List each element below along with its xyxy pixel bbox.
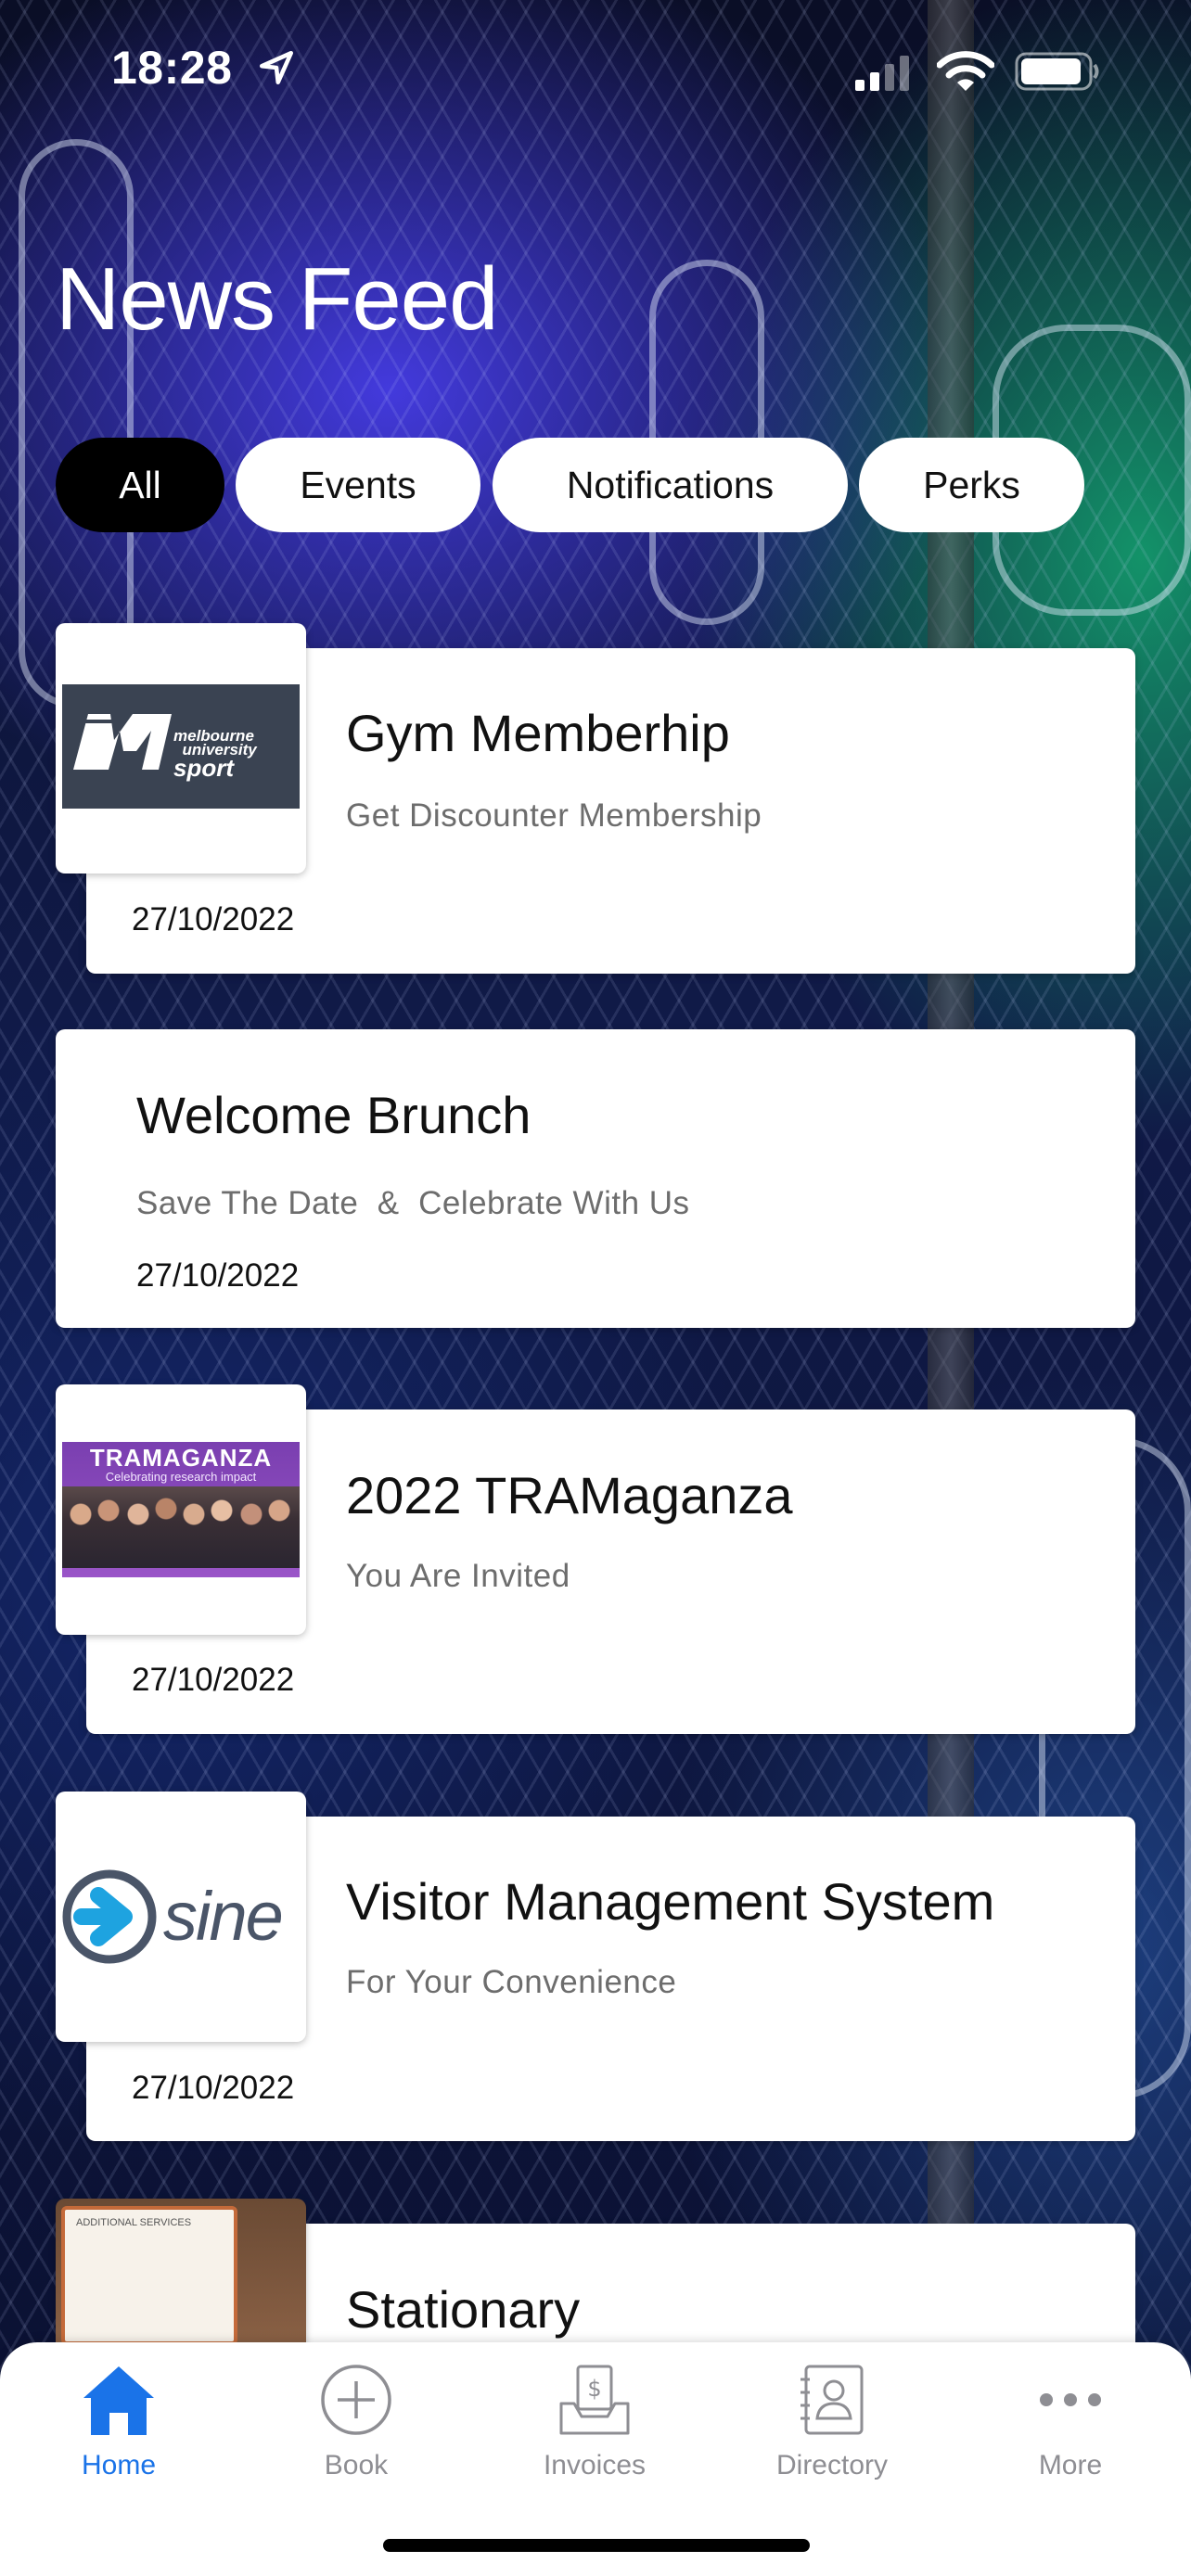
feed-card-title: Stationary: [346, 2280, 581, 2339]
filter-chip-perks[interactable]: Perks: [859, 438, 1084, 532]
more-dots-icon: [1040, 2393, 1101, 2406]
feed-card-date: 27/10/2022: [132, 2070, 295, 2106]
services-sign: ADDITIONAL SERVICES: [61, 2206, 237, 2345]
mu-sport-logo-text: melbourne university sport: [173, 727, 257, 782]
feed-card-title: Gym Memberhip: [346, 704, 730, 762]
cellular-signal-icon: [855, 56, 909, 91]
home-icon: [83, 2366, 154, 2435]
feed-card-subtitle: For Your Convenience: [346, 1964, 677, 2000]
feed-card-title: Visitor Management System: [346, 1872, 995, 1931]
feed-card-date: 27/10/2022: [132, 901, 295, 937]
tab-label: More: [1038, 2450, 1103, 2480]
group-photo: [62, 1486, 300, 1568]
tab-directory[interactable]: Directory: [739, 2361, 925, 2491]
svg-text:$: $: [587, 2376, 601, 2402]
feed-card-thumbnail: sine: [56, 1792, 306, 2042]
status-time: 18:28: [111, 42, 233, 94]
feed-card-subtitle: Get Discounter Membership: [346, 797, 762, 834]
contact-book-icon: [800, 2365, 864, 2435]
tab-label: Home: [81, 2450, 157, 2480]
feed-card-subtitle: You Are Invited: [346, 1558, 570, 1594]
tramaganza-banner-title: TRAMAGANZA: [89, 1444, 273, 1472]
filter-chip-notifications[interactable]: Notifications: [493, 438, 848, 532]
feed-card-subtitle: Save The Date & Celebrate With Us: [136, 1185, 690, 1221]
tramaganza-banner: TRAMAGANZA Celebrating research impact: [62, 1442, 300, 1577]
feed-card-thumbnail: melbourne university sport: [56, 623, 306, 874]
filter-chip-all[interactable]: All: [56, 438, 224, 532]
tab-more[interactable]: More: [978, 2361, 1163, 2491]
location-arrow-icon: [259, 50, 294, 85]
filter-chip-events[interactable]: Events: [236, 438, 480, 532]
tramaganza-banner-subtitle: Celebrating research impact: [105, 1470, 257, 1484]
tab-book[interactable]: Book: [263, 2361, 449, 2491]
sine-logo-text: sine: [163, 1878, 284, 1955]
tab-label: Book: [324, 2450, 389, 2480]
tab-home[interactable]: Home: [26, 2361, 211, 2491]
tab-invoices[interactable]: $ Invoices: [502, 2361, 687, 2491]
feed-card-date: 27/10/2022: [136, 1257, 300, 1294]
wifi-icon: [937, 51, 994, 91]
tab-label: Invoices: [543, 2450, 647, 2480]
plus-circle-icon: [321, 2365, 391, 2435]
melbourne-uni-sport-logo: melbourne university sport: [62, 684, 300, 809]
page-title: News Feed: [56, 249, 499, 349]
feed-card-date: 27/10/2022: [132, 1662, 295, 1698]
feed-card-title: Welcome Brunch: [136, 1086, 531, 1144]
feed-card-thumbnail: TRAMAGANZA Celebrating research impact: [56, 1384, 306, 1635]
services-sign-text: ADDITIONAL SERVICES: [76, 2217, 192, 2228]
feed-card-title: 2022 TRAMaganza: [346, 1466, 793, 1524]
battery-icon: [1015, 52, 1099, 91]
invoice-tray-icon: $: [559, 2365, 630, 2435]
tab-label: Directory: [775, 2450, 888, 2480]
home-indicator[interactable]: [383, 2539, 810, 2552]
